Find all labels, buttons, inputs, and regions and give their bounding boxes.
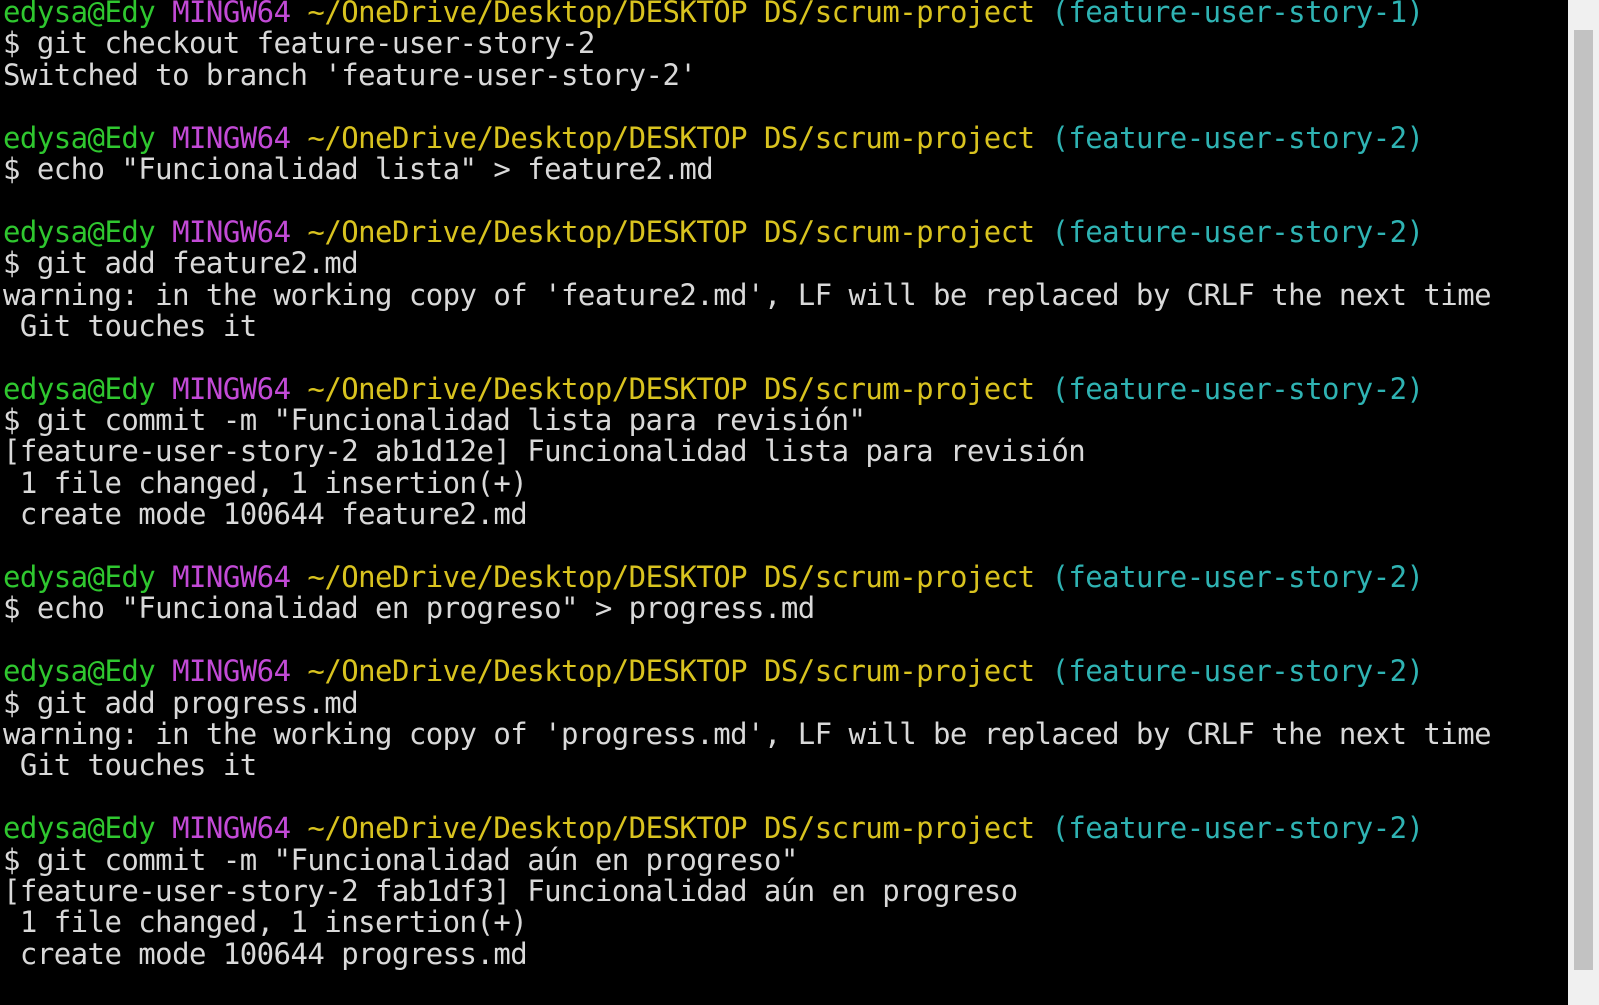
prompt-line: edysa@Edy MINGW64 ~/OneDrive/Desktop/DES… <box>3 0 1491 28</box>
output-line: [feature-user-story-2 fab1df3] Funcional… <box>3 873 1491 908</box>
line-text: 1 file changed, 1 insertion(+) <box>3 465 528 500</box>
terminal-window[interactable]: edysa@Edy MINGW64 ~/OneDrive/Desktop/DES… <box>0 0 1568 1005</box>
line-text: $ git commit -m "Funcionalidad aún en pr… <box>3 842 798 877</box>
output-line: Git touches it <box>3 750 1491 781</box>
output-line: $ git commit -m "Funcionalidad aún en pr… <box>3 842 1491 877</box>
prompt-branch: (feature-user-story-1) <box>1051 0 1424 29</box>
prompt-path: ~/OneDrive/Desktop/DESKTOP DS/scrum-proj… <box>307 120 1035 155</box>
output-line: Git touches it <box>3 308 1491 343</box>
output-line: $ echo "Funcionalidad en progreso" > pro… <box>3 593 1491 624</box>
line-text: Git touches it <box>3 308 257 343</box>
line-text: Git touches it <box>3 748 257 783</box>
line-text: warning: in the working copy of 'progres… <box>3 716 1492 751</box>
prompt-line: edysa@Edy MINGW64 ~/OneDrive/Desktop/DES… <box>3 214 1491 249</box>
line-text: $ git add feature2.md <box>3 246 359 281</box>
line-text: create mode 100644 feature2.md <box>3 497 528 532</box>
line-text: warning: in the working copy of 'feature… <box>3 277 1492 312</box>
prompt-system: MINGW64 <box>172 0 291 29</box>
output-line: $ echo "Funcionalidad lista" > feature2.… <box>3 151 1491 186</box>
prompt-path: ~/OneDrive/Desktop/DESKTOP DS/scrum-proj… <box>307 214 1035 249</box>
output-line: $ git commit -m "Funcionalidad lista par… <box>3 403 1491 438</box>
prompt-user: edysa@Edy <box>3 120 156 155</box>
line-text: $ git checkout feature-user-story-2 <box>3 26 595 61</box>
prompt-system: MINGW64 <box>172 654 291 689</box>
line-text: $ git commit -m "Funcionalidad lista par… <box>3 403 866 438</box>
output-line: $ git add progress.md <box>3 685 1491 720</box>
prompt-line: edysa@Edy MINGW64 ~/OneDrive/Desktop/DES… <box>3 371 1491 406</box>
line-text: [feature-user-story-2 ab1d12e] Funcional… <box>3 434 1086 469</box>
prompt-path: ~/OneDrive/Desktop/DESKTOP DS/scrum-proj… <box>307 0 1035 29</box>
prompt-user: edysa@Edy <box>3 811 156 846</box>
prompt-line: edysa@Edy MINGW64 ~/OneDrive/Desktop/DES… <box>3 656 1491 687</box>
line-text: [feature-user-story-2 fab1df3] Funcional… <box>3 873 1018 908</box>
output-line: warning: in the working copy of 'progres… <box>3 716 1492 751</box>
line-text: $ git add progress.md <box>3 685 359 720</box>
prompt-line: edysa@Edy MINGW64 ~/OneDrive/Desktop/DES… <box>3 560 1491 595</box>
prompt-branch: (feature-user-story-2) <box>1051 214 1424 249</box>
prompt-system: MINGW64 <box>172 214 291 249</box>
prompt-line: edysa@Edy MINGW64 ~/OneDrive/Desktop/DES… <box>3 811 1491 846</box>
line-text: 1 file changed, 1 insertion(+) <box>3 905 528 940</box>
line-text: $ echo "Funcionalidad lista" > feature2.… <box>3 151 714 186</box>
prompt-user: edysa@Edy <box>3 0 156 29</box>
prompt-path: ~/OneDrive/Desktop/DESKTOP DS/scrum-proj… <box>307 560 1035 595</box>
output-line: create mode 100644 feature2.md <box>3 499 1491 530</box>
prompt-branch: (feature-user-story-2) <box>1051 654 1424 689</box>
prompt-system: MINGW64 <box>172 371 291 406</box>
prompt-path: ~/OneDrive/Desktop/DESKTOP DS/scrum-proj… <box>307 811 1035 846</box>
prompt-branch: (feature-user-story-2) <box>1051 811 1424 846</box>
line-text: $ echo "Funcionalidad en progreso" > pro… <box>3 591 815 626</box>
output-line: [feature-user-story-2 ab1d12e] Funcional… <box>3 436 1491 467</box>
prompt-branch: (feature-user-story-2) <box>1051 560 1424 595</box>
output-line: 1 file changed, 1 insertion(+) <box>3 907 1491 938</box>
output-line: 1 file changed, 1 insertion(+) <box>3 465 1491 500</box>
output-line: $ git checkout feature-user-story-2 <box>3 28 1491 59</box>
output-line: warning: in the working copy of 'feature… <box>3 277 1492 312</box>
prompt-branch: (feature-user-story-2) <box>1051 120 1424 155</box>
output-line: create mode 100644 progress.md <box>3 936 1491 971</box>
scrollbar-thumb[interactable] <box>1574 30 1593 970</box>
terminal-output: edysa@Edy MINGW64 ~/OneDrive/Desktop/DES… <box>3 0 1492 971</box>
output-line: Switched to branch 'feature-user-story-2… <box>3 57 1491 92</box>
prompt-user: edysa@Edy <box>3 371 156 406</box>
prompt-path: ~/OneDrive/Desktop/DESKTOP DS/scrum-proj… <box>307 371 1035 406</box>
prompt-user: edysa@Edy <box>3 654 156 689</box>
prompt-user: edysa@Edy <box>3 560 156 595</box>
prompt-system: MINGW64 <box>172 120 291 155</box>
prompt-line: edysa@Edy MINGW64 ~/OneDrive/Desktop/DES… <box>3 120 1491 155</box>
line-text: Switched to branch 'feature-user-story-2… <box>3 57 697 92</box>
prompt-user: edysa@Edy <box>3 214 156 249</box>
line-text: create mode 100644 progress.md <box>3 936 528 971</box>
output-line: $ git add feature2.md <box>3 246 1491 281</box>
prompt-system: MINGW64 <box>172 560 291 595</box>
prompt-path: ~/OneDrive/Desktop/DESKTOP DS/scrum-proj… <box>307 654 1035 689</box>
prompt-system: MINGW64 <box>172 811 291 846</box>
prompt-branch: (feature-user-story-2) <box>1051 371 1424 406</box>
